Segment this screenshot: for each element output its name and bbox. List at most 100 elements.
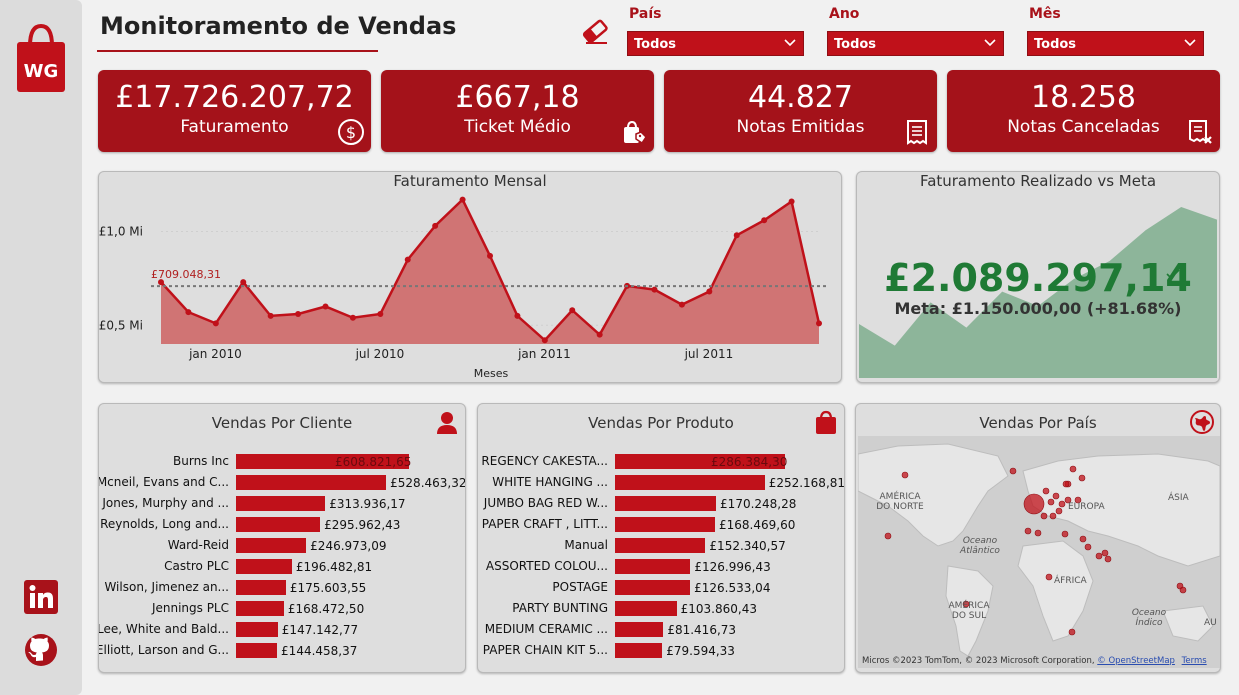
bar-label: JUMBO BAG RED W...	[483, 496, 608, 510]
bar[interactable]	[615, 601, 677, 616]
label-south-america: AMÉRICA DO SUL	[948, 601, 990, 621]
chevron-down-icon	[784, 39, 796, 47]
bar-row[interactable]: POSTAGE £126.533,04	[478, 577, 844, 598]
bar[interactable]	[236, 538, 307, 553]
bar-row[interactable]: Reynolds, Long and... £295.962,43	[99, 514, 465, 535]
label-atlantic-ocean: Oceano Atlântico	[960, 536, 1000, 556]
receipt-cancel-icon	[1189, 120, 1212, 144]
bar-label: MEDIUM CERAMIC ...	[484, 622, 608, 636]
bar[interactable]	[236, 517, 321, 532]
user-icon	[437, 412, 457, 434]
terms-link[interactable]: Terms	[1182, 656, 1207, 666]
bar-row[interactable]: Manual £152.340,57	[478, 535, 844, 556]
revenue-point	[212, 320, 219, 327]
bar[interactable]	[615, 538, 706, 553]
revenue-point	[816, 320, 822, 327]
revenue-point	[733, 232, 740, 239]
y-tick-label: £0,5 Mi	[99, 318, 143, 332]
chevron-down-icon	[1184, 39, 1196, 47]
bar[interactable]	[615, 580, 691, 595]
bar-label: Burns Inc	[173, 454, 229, 468]
bar[interactable]	[615, 475, 765, 490]
github-icon[interactable]	[24, 633, 58, 667]
bar[interactable]	[236, 643, 278, 658]
bar[interactable]	[236, 622, 278, 637]
kpi-issued-label: Notas Emitidas	[736, 117, 865, 137]
filter-country-select[interactable]: Todos	[627, 31, 804, 56]
shopping-bag-logo-icon: WG	[17, 23, 65, 92]
sales-by-client-title: Vendas Por Cliente	[211, 414, 353, 432]
bar-label: Castro PLC	[164, 559, 229, 573]
bar[interactable]	[615, 517, 715, 532]
bar-row[interactable]: REGENCY CAKESTA... £286.384,30	[478, 451, 844, 472]
x-tick-label: jul 2011	[684, 347, 734, 361]
bar-row[interactable]: PARTY BUNTING £103.860,43	[478, 598, 844, 619]
bar-row[interactable]: PAPER CRAFT , LITT... £168.469,60	[478, 514, 844, 535]
filter-year-select[interactable]: Todos	[827, 31, 1004, 56]
bar-row[interactable]: Jennings PLC £168.472,50	[99, 598, 465, 619]
sales-by-country-title: Vendas Por País	[979, 414, 1097, 432]
bar[interactable]	[615, 559, 691, 574]
bar-value: £168.472,50	[287, 602, 365, 616]
bar-row[interactable]: Castro PLC £196.482,81	[99, 556, 465, 577]
bar-value: £79.594,33	[666, 644, 735, 658]
kpi-revenue-value: £17.726.207,72	[115, 80, 354, 115]
bar-row[interactable]: Elliott, Larson and G... £144.458,37	[99, 640, 465, 661]
target-goal-text: Meta: £1.150.000,00 (+81.68%)	[894, 299, 1182, 318]
revenue-point	[240, 279, 247, 286]
target-panel: Faturamento Realizado vs Meta £2.089.297…	[856, 171, 1220, 383]
sidebar: WG	[0, 0, 82, 695]
label-australia: AU	[1204, 618, 1217, 628]
bar-label: Manual	[564, 538, 608, 552]
bar[interactable]	[615, 622, 664, 637]
bar-value: £295.962,43	[324, 518, 401, 532]
clear-filters-eraser-icon[interactable]	[580, 16, 610, 46]
revenue-point	[322, 303, 329, 310]
bar-value: £528.463,32	[390, 476, 466, 490]
bar[interactable]	[236, 496, 326, 511]
bar-label: ASSORTED COLOU...	[485, 559, 608, 573]
revenue-point	[404, 256, 411, 263]
bar-row[interactable]: PAPER CHAIN KIT 5... £79.594,33	[478, 640, 844, 661]
monthly-revenue-chart: £1,0 Mi £0,5 Mi £709.048,31 jan 2010 jul 201…	[99, 196, 827, 380]
linkedin-icon[interactable]	[24, 580, 58, 614]
bar-row[interactable]: WHITE HANGING ... £252.168,81	[478, 472, 844, 493]
bar-row[interactable]: Ward-Reid £246.973,09	[99, 535, 465, 556]
page-title: Monitoramento de Vendas	[100, 12, 457, 40]
dollar-circle-icon: $	[338, 119, 364, 145]
x-tick-label: jan 2010	[188, 347, 242, 361]
bar-row[interactable]: ASSORTED COLOU... £126.996,43	[478, 556, 844, 577]
bar-value: £608.821,65	[335, 455, 412, 469]
map-attribution: Micros ©2023 TomTom, © 2023 Microsoft Co…	[862, 656, 1207, 666]
bar[interactable]	[236, 601, 284, 616]
kpi-cancelled-label: Notas Canceladas	[1007, 117, 1160, 137]
bar-row[interactable]: Mcneil, Evans and C... £528.463,32	[99, 472, 465, 493]
bar-label: Lee, White and Bald...	[98, 622, 229, 636]
bar-row[interactable]: Lee, White and Bald... £147.142,77	[99, 619, 465, 640]
bar[interactable]	[236, 475, 387, 490]
bar-row[interactable]: JUMBO BAG RED W... £170.248,28	[478, 493, 844, 514]
bar[interactable]	[236, 559, 292, 574]
filter-country-value: Todos	[634, 37, 677, 52]
bar-label: Reynolds, Long and...	[100, 517, 229, 531]
bar[interactable]	[615, 496, 717, 511]
bar-label: Ward-Reid	[167, 538, 229, 552]
revenue-point	[651, 286, 658, 293]
y-tick-label: £1,0 Mi	[99, 225, 143, 239]
bar[interactable]	[615, 643, 663, 658]
revenue-point	[432, 222, 439, 229]
bar-row[interactable]: MEDIUM CERAMIC ... £81.416,73	[478, 619, 844, 640]
bar[interactable]	[236, 580, 286, 595]
bar-row[interactable]: Burns Inc £608.821,65	[99, 451, 465, 472]
revenue-point	[295, 311, 302, 317]
bar-value: £313.936,17	[329, 497, 406, 511]
openstreetmap-link[interactable]: © OpenStreetMap	[1097, 656, 1175, 666]
filter-month-select[interactable]: Todos	[1027, 31, 1204, 56]
bar-value: £196.482,81	[295, 560, 373, 574]
bar-label: PARTY BUNTING	[512, 601, 608, 615]
bar-row[interactable]: Wilson, Jimenez an... £175.603,55	[99, 577, 465, 598]
kpi-ticket-label: Ticket Médio	[464, 117, 571, 137]
bar-value: £246.973,09	[310, 539, 387, 553]
world-map[interactable]: AMÉRICA DO NORTE EUROPA ÁSIA Oceano Atlâ…	[857, 436, 1220, 668]
bar-row[interactable]: Jones, Murphy and ... £313.936,17	[99, 493, 465, 514]
